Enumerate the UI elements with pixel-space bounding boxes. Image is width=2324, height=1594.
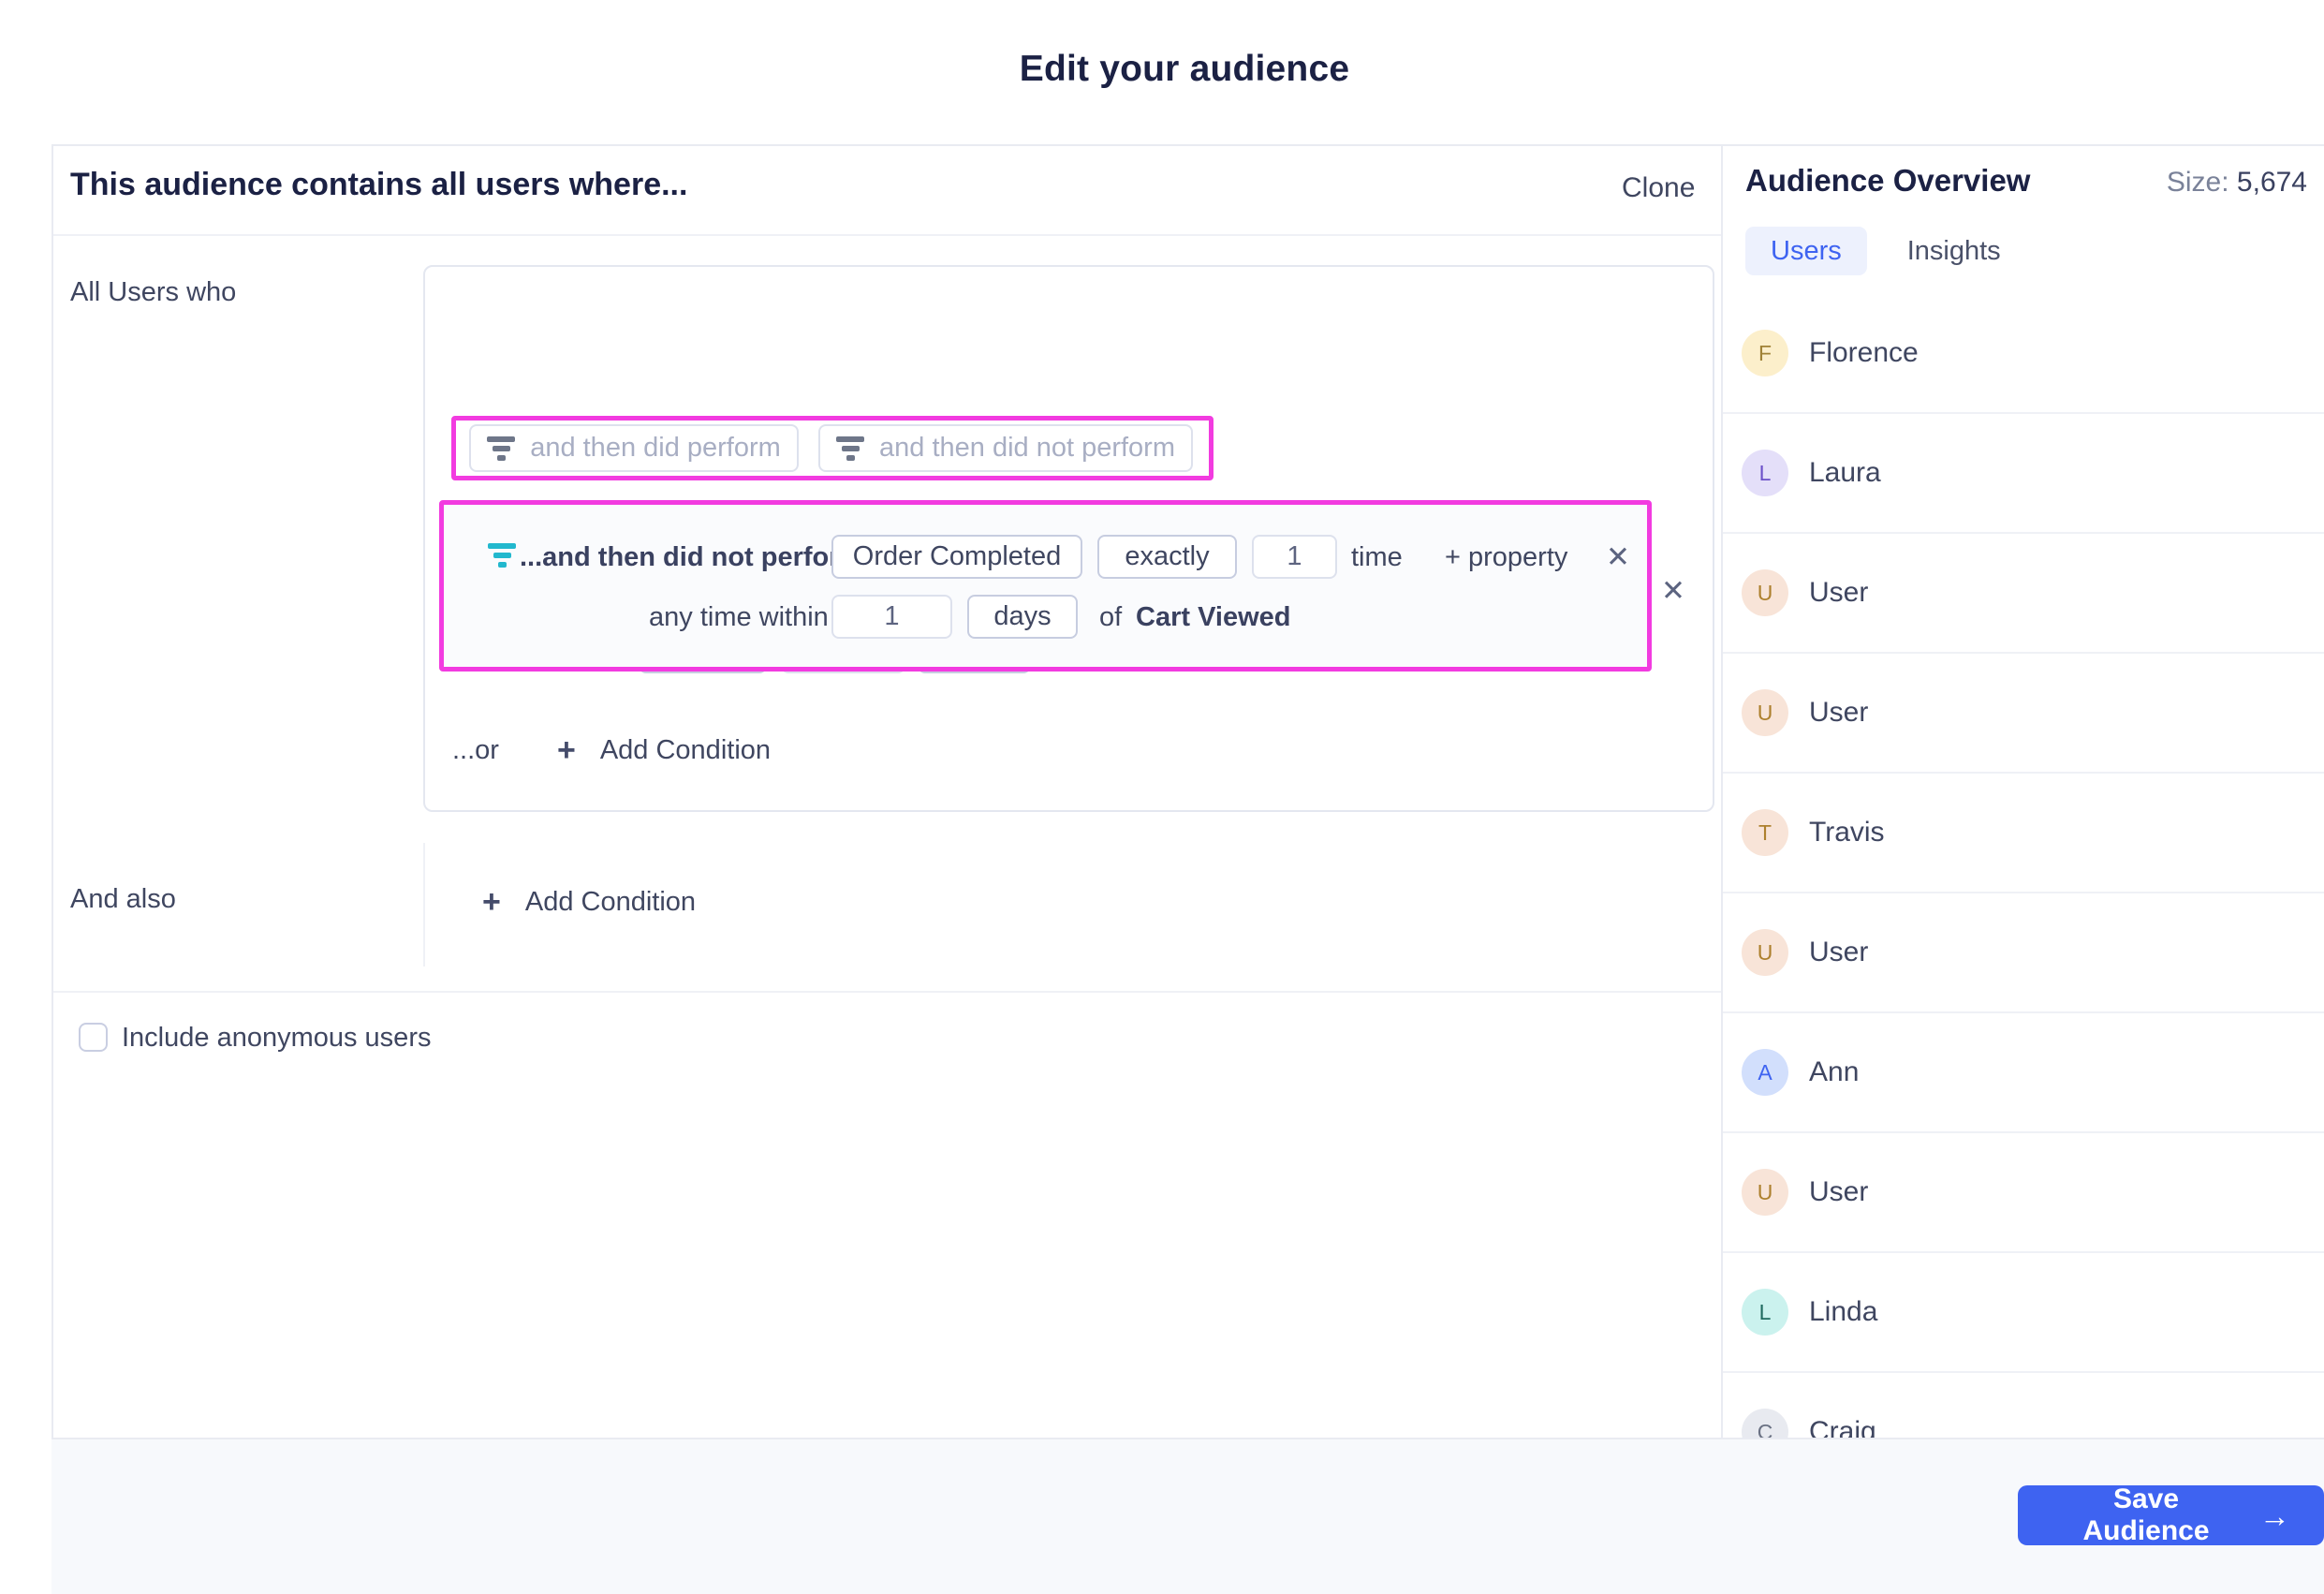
sidebar-title: Audience Overview bbox=[1745, 163, 2031, 198]
avatar: A bbox=[1742, 1049, 1788, 1096]
avatar: L bbox=[1742, 1289, 1788, 1336]
content-divider bbox=[53, 991, 1721, 993]
add-condition-label: Add Condition bbox=[599, 734, 772, 765]
avatar-initial: F bbox=[1758, 340, 1772, 365]
and-then-did-perform-button[interactable]: and then did perform bbox=[469, 424, 799, 472]
tab-users[interactable]: Users bbox=[1745, 227, 1867, 275]
avatar: F bbox=[1742, 330, 1788, 376]
and-also-divider bbox=[423, 843, 425, 967]
condition2-highlight-box: ...and then did not perform Order Comple… bbox=[439, 500, 1652, 672]
user-name: Ann bbox=[1809, 1056, 1860, 1087]
condition2-add-property-button[interactable]: + property bbox=[1445, 540, 1567, 574]
funnel-icon bbox=[487, 435, 516, 461]
remove-condition2-icon[interactable]: ✕ bbox=[1606, 542, 1630, 571]
condition2-prefix: ...and then did not perform bbox=[520, 542, 864, 572]
audience-overview-sidebar: Audience Overview Size: 5,674 Users Insi… bbox=[1723, 146, 2324, 1438]
user-name: Craig bbox=[1809, 1416, 1876, 1438]
user-name: Laura bbox=[1809, 457, 1881, 488]
user-row[interactable]: T Travis bbox=[1723, 774, 2324, 893]
condition2-time-value-input[interactable]: 1 bbox=[831, 595, 952, 639]
add-or-condition-button[interactable]: + Add Condition bbox=[557, 734, 771, 766]
user-row[interactable]: A Ann bbox=[1723, 1013, 2324, 1133]
size-value: 5,674 bbox=[2236, 167, 2307, 198]
avatar: U bbox=[1742, 569, 1788, 616]
funnel-icon-teal bbox=[488, 543, 516, 568]
user-row[interactable]: U User bbox=[1723, 534, 2324, 654]
avatar-initial: U bbox=[1757, 1179, 1773, 1204]
condition2-event-select[interactable]: Order Completed bbox=[831, 535, 1082, 579]
user-name: User bbox=[1809, 577, 1869, 608]
avatar-initial: C bbox=[1757, 1419, 1773, 1439]
header-divider bbox=[53, 234, 1721, 236]
user-row[interactable]: L Laura bbox=[1723, 414, 2324, 534]
avatar: U bbox=[1742, 1169, 1788, 1216]
plus-icon: + bbox=[556, 732, 576, 768]
save-audience-button[interactable]: Save Audience → bbox=[2018, 1483, 2324, 1546]
user-row[interactable]: U User bbox=[1723, 893, 2324, 1013]
add-condition-label: Add Condition bbox=[524, 886, 697, 917]
arrow-right-icon: → bbox=[2259, 1498, 2290, 1533]
avatar-initial: L bbox=[1758, 460, 1772, 485]
user-name: User bbox=[1809, 697, 1869, 728]
condition-card: ...performed Cart Viewed at least 1 time… bbox=[423, 265, 1714, 812]
add-and-condition-button[interactable]: + Add Condition bbox=[482, 886, 696, 918]
page-title: Edit your audience bbox=[1019, 49, 1350, 89]
funnel-icon bbox=[836, 435, 864, 461]
user-name: User bbox=[1809, 937, 1869, 967]
and-also-label: And also bbox=[70, 884, 176, 914]
avatar: L bbox=[1742, 450, 1788, 496]
sequence-suggestions-highlight: and then did perform and then did not pe… bbox=[451, 416, 1213, 480]
user-name: Travis bbox=[1809, 817, 1885, 848]
clone-button[interactable]: Clone bbox=[1622, 172, 1695, 204]
user-row[interactable]: U User bbox=[1723, 1133, 2324, 1253]
condition2-count-suffix: time bbox=[1351, 542, 1403, 572]
or-label: ...or bbox=[452, 734, 499, 765]
user-name: User bbox=[1809, 1176, 1869, 1207]
avatar-initial: L bbox=[1758, 1299, 1772, 1324]
avatar: U bbox=[1742, 689, 1788, 736]
condition2-anchor-event: Cart Viewed bbox=[1136, 602, 1291, 632]
user-row[interactable]: C Craig bbox=[1723, 1373, 2324, 1438]
and-then-did-not-perform-label: and then did not perform bbox=[879, 433, 1175, 463]
avatar-initial: U bbox=[1757, 939, 1773, 965]
avatar-initial: U bbox=[1757, 580, 1773, 605]
condition2-time-unit-select[interactable]: days bbox=[967, 595, 1078, 639]
avatar-initial: T bbox=[1758, 819, 1772, 845]
condition2-count-input[interactable]: 1 bbox=[1252, 535, 1337, 579]
user-name: Florence bbox=[1809, 337, 1919, 368]
user-row[interactable]: F Florence bbox=[1723, 294, 2324, 414]
remove-condition1-icon[interactable]: ✕ bbox=[1661, 576, 1685, 605]
avatar: T bbox=[1742, 809, 1788, 856]
and-then-did-perform-label: and then did perform bbox=[530, 433, 781, 463]
group-label-all-users-who: All Users who bbox=[70, 277, 237, 307]
condition2-time-prefix: any time within bbox=[649, 602, 829, 632]
footer-bar: Save Audience → bbox=[51, 1438, 2324, 1594]
and-then-did-not-perform-button[interactable]: and then did not perform bbox=[818, 424, 1193, 472]
sidebar-tabs: Users Insights bbox=[1745, 227, 2026, 275]
include-anonymous-checkbox[interactable] bbox=[79, 1023, 108, 1052]
avatar: U bbox=[1742, 929, 1788, 976]
include-anonymous-label: Include anonymous users bbox=[122, 1023, 432, 1053]
avatar-initial: U bbox=[1757, 700, 1773, 725]
or-add-condition-row: ...or + Add Condition bbox=[452, 734, 771, 766]
tab-insights[interactable]: Insights bbox=[1882, 227, 2026, 275]
save-audience-label: Save Audience bbox=[2082, 1483, 2210, 1546]
condition2-of-label: of bbox=[1099, 602, 1123, 632]
avatar-initial: A bbox=[1758, 1059, 1772, 1085]
size-label: Size: bbox=[2166, 167, 2229, 198]
avatar: C bbox=[1742, 1409, 1788, 1438]
plus-icon: + bbox=[482, 884, 501, 920]
user-row[interactable]: U User bbox=[1723, 654, 2324, 774]
audience-size: Size: 5,674 bbox=[2167, 167, 2307, 199]
condition2-operator-select[interactable]: exactly bbox=[1097, 535, 1237, 579]
user-row[interactable]: L Linda bbox=[1723, 1253, 2324, 1373]
edit-audience-page: Edit your audience This audience contain… bbox=[0, 0, 2324, 1594]
user-list: F Florence L Laura U User U User T Travi… bbox=[1723, 294, 2324, 1438]
builder-header-title: This audience contains all users where..… bbox=[70, 167, 688, 202]
user-name: Linda bbox=[1809, 1296, 1878, 1327]
